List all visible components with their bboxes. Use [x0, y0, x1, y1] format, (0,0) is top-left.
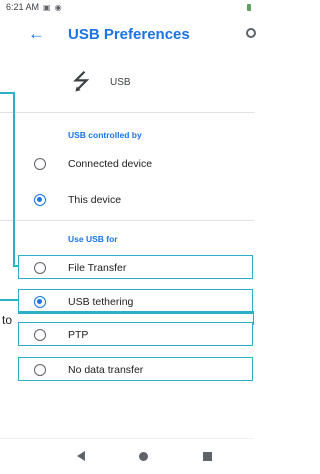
- divider: [0, 112, 254, 113]
- usb-device-row: ⭍ USB: [0, 65, 254, 101]
- option-label: No data transfer: [68, 364, 144, 376]
- section-title-controlled: USB controlled by: [68, 130, 142, 140]
- radio-button[interactable]: [34, 364, 46, 376]
- status-time: 6:21 AM: [6, 2, 40, 12]
- radio-button-checked[interactable]: [34, 194, 46, 206]
- option-label: PTP: [68, 329, 89, 341]
- usb-label: USB: [110, 77, 131, 88]
- navigation-bar: [0, 438, 254, 474]
- nav-back-icon[interactable]: [77, 451, 85, 461]
- annotation-text: to: [2, 313, 13, 327]
- status-bar: 6:21 AM ▣ ◉: [0, 0, 254, 14]
- page-title: USB Preferences: [68, 26, 190, 43]
- nav-home-icon[interactable]: [139, 452, 148, 461]
- option-label: USB tethering: [68, 296, 134, 308]
- location-icon: ◉: [54, 2, 62, 12]
- annotation-connector-line: [18, 312, 253, 314]
- back-arrow-icon[interactable]: ←: [28, 24, 45, 44]
- option-no-data-transfer[interactable]: No data transfer: [0, 357, 254, 383]
- app-bar: ← USB Preferences: [0, 14, 256, 54]
- option-ptp[interactable]: PTP: [0, 322, 254, 348]
- option-label: Connected device: [68, 158, 153, 170]
- annotation-connector-line: [13, 265, 19, 267]
- radio-button[interactable]: [34, 158, 46, 170]
- nav-recents-icon[interactable]: [203, 452, 212, 461]
- option-label: This device: [68, 194, 122, 206]
- section-title-use-for: Use USB for: [68, 234, 118, 244]
- radio-button[interactable]: [34, 329, 46, 341]
- annotation-connector-line: [13, 92, 15, 266]
- annotation-connector-line: [0, 299, 19, 301]
- radio-button-checked[interactable]: [34, 296, 46, 308]
- option-label: File Transfer: [68, 262, 127, 274]
- search-icon[interactable]: [246, 28, 256, 38]
- option-this-device[interactable]: This device: [0, 187, 254, 213]
- option-connected-device[interactable]: Connected device: [0, 151, 254, 177]
- notification-icon: ▣: [43, 2, 51, 12]
- usb-icon: ⭍: [72, 69, 91, 94]
- battery-icon: [247, 4, 251, 11]
- option-file-transfer[interactable]: File Transfer: [0, 255, 254, 281]
- annotation-connector-line: [253, 311, 254, 325]
- divider: [0, 220, 254, 221]
- annotation-connector-line: [0, 92, 14, 94]
- radio-button[interactable]: [34, 262, 46, 274]
